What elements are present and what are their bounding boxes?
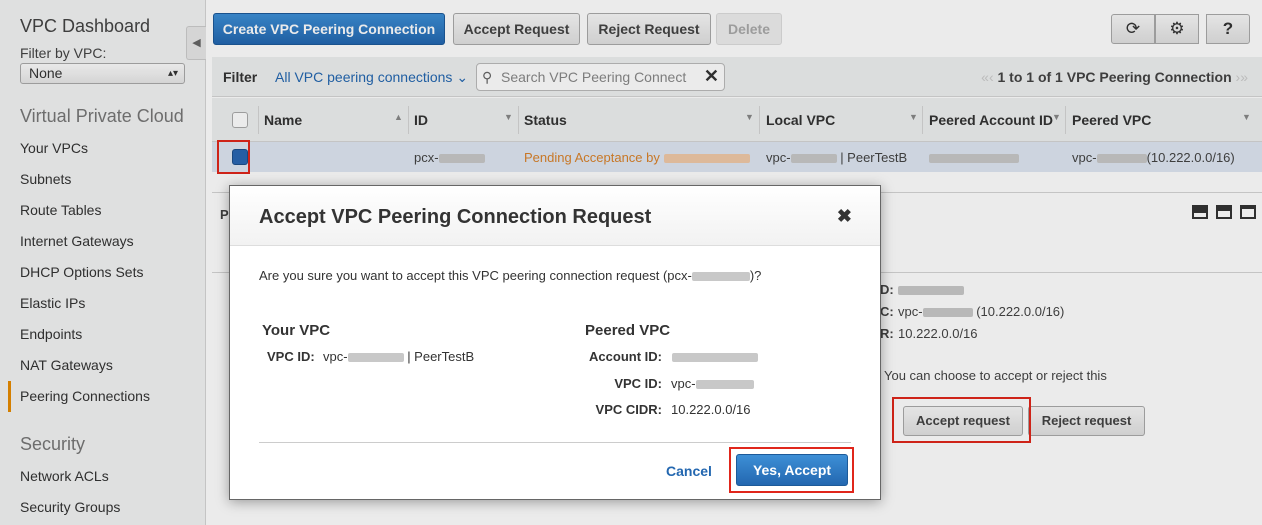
redacted xyxy=(691,272,750,282)
dialog-title: Accept VPC Peering Connection Request xyxy=(230,186,880,246)
cancel-button[interactable]: Cancel xyxy=(666,463,712,479)
question-suffix: )? xyxy=(749,268,762,283)
account-id-label: Account ID: xyxy=(589,349,662,364)
vpc-cidr-value: 10.222.0.0/16 xyxy=(671,402,751,417)
close-icon[interactable]: ✖ xyxy=(837,206,852,227)
redacted xyxy=(347,353,404,363)
peered-vpc-heading: Peered VPC xyxy=(585,322,671,339)
your-vpc-prefix: vpc- xyxy=(323,349,348,364)
redacted xyxy=(672,353,758,363)
vpc-cidr-label: VPC CIDR: xyxy=(595,402,662,417)
dialog-question: Are you sure you want to accept this VPC… xyxy=(259,268,761,283)
peered-vpc-id-label: VPC ID: xyxy=(614,376,662,391)
dialog-divider xyxy=(259,442,851,443)
peered-vpc-id: vpc- xyxy=(671,376,754,391)
accept-peering-dialog: Accept VPC Peering Connection Request ✖ … xyxy=(229,185,881,500)
redacted xyxy=(695,380,754,390)
question-prefix: Are you sure you want to accept this VPC… xyxy=(259,268,692,283)
vpc-id-label: VPC ID: xyxy=(267,349,315,364)
highlight-box xyxy=(729,447,854,493)
your-vpc-heading: Your VPC xyxy=(262,322,331,339)
peered-vpc-prefix: vpc- xyxy=(671,376,696,391)
your-vpc-suffix: | PeerTestB xyxy=(407,349,475,364)
your-vpc-id: vpc- | PeerTestB xyxy=(323,349,474,364)
account-id-value xyxy=(672,349,758,364)
